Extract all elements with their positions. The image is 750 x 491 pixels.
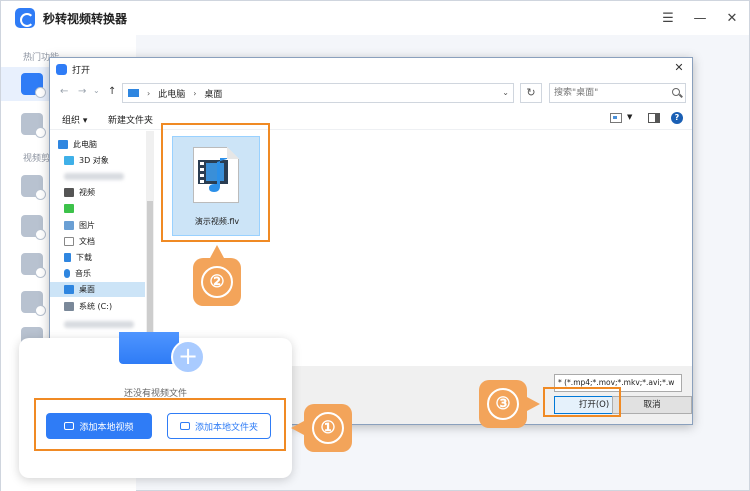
dialog-close-icon[interactable]: ✕ bbox=[672, 61, 686, 74]
nav-item-music[interactable]: 音乐 bbox=[64, 266, 150, 281]
computer-icon bbox=[58, 140, 68, 149]
nav-scrollbar[interactable] bbox=[146, 131, 154, 363]
back-arrow-icon[interactable]: ← bbox=[60, 86, 68, 97]
step-2-pointer bbox=[210, 245, 224, 258]
step-2-badge: ② bbox=[193, 258, 241, 306]
folder-icon bbox=[119, 332, 179, 364]
desktop-icon bbox=[64, 285, 74, 294]
up-arrow-icon[interactable]: ↑ bbox=[108, 86, 116, 97]
step-2-number: ② bbox=[201, 266, 233, 298]
nav-item-desktop[interactable]: 桌面 bbox=[50, 282, 145, 297]
nav-item-blurred-app[interactable] bbox=[64, 201, 150, 216]
forward-arrow-icon[interactable]: → bbox=[78, 86, 86, 97]
highlight-add-buttons bbox=[34, 398, 286, 451]
dialog-toolbar: 组织 ▾ 新建文件夹 ▼ ? bbox=[50, 108, 692, 130]
nav-item-label: 文档 bbox=[79, 237, 95, 246]
nav-item-documents[interactable]: 文档 bbox=[64, 234, 150, 249]
nav-item-this-pc[interactable]: 此电脑 bbox=[58, 137, 144, 152]
app-titlebar: 秒转视频转换器 ☰ — ✕ bbox=[1, 1, 749, 35]
drive-icon bbox=[64, 302, 74, 311]
document-icon bbox=[64, 237, 74, 246]
nav-item-label: 下载 bbox=[76, 253, 92, 262]
nav-item-label: 音乐 bbox=[75, 269, 91, 278]
step-3-number: ③ bbox=[487, 388, 519, 420]
help-icon[interactable]: ? bbox=[671, 112, 683, 124]
nav-item-downloads[interactable]: 下载 bbox=[64, 250, 150, 265]
sidebar-heading-edit: 视频剪 bbox=[23, 154, 51, 164]
address-dropdown-icon[interactable]: ⌄ bbox=[502, 88, 509, 97]
address-row: ← → ⌄ ↑ › 此电脑 › 桌面 ⌄ ↻ bbox=[50, 80, 692, 106]
dialog-titlebar: 打开 bbox=[50, 58, 692, 80]
nav-item-videos[interactable]: 视频 bbox=[64, 185, 150, 200]
picture-icon bbox=[64, 221, 74, 230]
view-mode-icon[interactable] bbox=[610, 113, 622, 123]
audio-convert-icon[interactable] bbox=[21, 113, 46, 138]
search-icon bbox=[672, 88, 680, 96]
app-title: 秒转视频转换器 bbox=[43, 11, 128, 26]
navigation-pane: 此电脑 3D 对象 视频 图片 文档 下载 音乐 桌面 系统 (C:) bbox=[50, 131, 150, 363]
nav-item-label: 视频 bbox=[79, 188, 95, 197]
cube-icon bbox=[64, 156, 74, 165]
dialog-title: 打开 bbox=[72, 65, 91, 76]
search-input[interactable] bbox=[550, 84, 660, 102]
close-icon[interactable]: ✕ bbox=[717, 1, 747, 35]
computer-icon bbox=[128, 89, 139, 97]
film-icon bbox=[64, 188, 74, 197]
organize-button[interactable]: 组织 ▾ bbox=[62, 113, 87, 126]
nav-item-label: 3D 对象 bbox=[79, 156, 109, 165]
nav-item-label: 图片 bbox=[79, 221, 95, 230]
highlight-file-item bbox=[161, 123, 270, 242]
refresh-icon: ↻ bbox=[526, 86, 536, 99]
app-logo-icon bbox=[15, 8, 35, 28]
download-arrow-icon bbox=[64, 253, 71, 262]
step-1-pointer bbox=[291, 421, 304, 435]
refresh-button[interactable]: ↻ bbox=[520, 83, 542, 103]
nav-item-pictures[interactable]: 图片 bbox=[64, 218, 150, 233]
video-merge-icon[interactable] bbox=[21, 215, 46, 240]
new-folder-button[interactable]: 新建文件夹 bbox=[108, 113, 153, 126]
nav-item-label: 桌面 bbox=[79, 285, 95, 294]
blurred-label bbox=[64, 173, 124, 180]
cancel-button[interactable]: 取消 bbox=[612, 396, 692, 414]
breadcrumb-separator-icon[interactable]: › bbox=[147, 89, 150, 98]
highlight-open-button bbox=[543, 387, 621, 417]
minimize-icon[interactable]: — bbox=[685, 1, 715, 35]
blurred-label bbox=[64, 321, 134, 328]
step-1-badge: ① bbox=[304, 404, 352, 452]
nav-item-system-c[interactable]: 系统 (C:) bbox=[64, 299, 150, 314]
breadcrumb-desktop[interactable]: 桌面 bbox=[204, 87, 222, 100]
menu-icon[interactable]: ☰ bbox=[653, 1, 683, 35]
video-cut-icon[interactable] bbox=[21, 175, 46, 200]
nav-item-blurred[interactable] bbox=[64, 169, 150, 184]
breadcrumb-separator-icon[interactable]: › bbox=[193, 89, 196, 98]
preview-pane-icon[interactable] bbox=[648, 113, 660, 123]
search-box[interactable] bbox=[549, 83, 686, 103]
address-bar[interactable]: › 此电脑 › 桌面 ⌄ bbox=[122, 83, 514, 103]
nav-item-label: 系统 (C:) bbox=[79, 302, 113, 311]
breadcrumb-this-pc[interactable]: 此电脑 bbox=[158, 87, 185, 100]
scrollbar-thumb[interactable] bbox=[147, 201, 153, 351]
plus-icon: + bbox=[171, 340, 205, 374]
music-note-icon bbox=[64, 269, 70, 278]
step-3-pointer bbox=[527, 397, 540, 411]
view-dropdown-icon[interactable]: ▼ bbox=[627, 113, 632, 121]
nav-item-label: 此电脑 bbox=[73, 140, 97, 149]
step-1-number: ① bbox=[312, 412, 344, 444]
recent-dropdown-icon[interactable]: ⌄ bbox=[93, 86, 100, 95]
dialog-app-icon bbox=[56, 63, 67, 75]
video-watermark-icon[interactable] bbox=[21, 291, 46, 316]
video-convert-icon[interactable] bbox=[21, 73, 46, 98]
app-icon bbox=[64, 204, 74, 213]
nav-item-blurred-drive[interactable] bbox=[64, 317, 150, 332]
nav-item-3d-objects[interactable]: 3D 对象 bbox=[64, 153, 150, 168]
video-compress-icon[interactable] bbox=[21, 253, 46, 278]
step-3-badge: ③ bbox=[479, 380, 527, 428]
